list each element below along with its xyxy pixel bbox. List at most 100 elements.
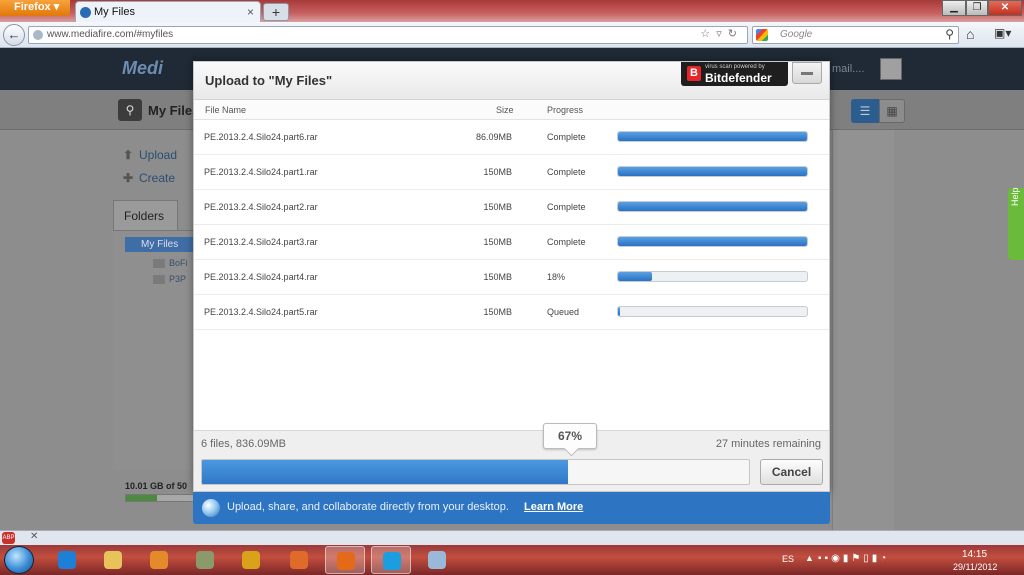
table-row: PE.2013.2.4.Silo24.part3.rar 150MB Complet… [194, 225, 829, 260]
back-button[interactable]: ← [3, 24, 25, 46]
mediafire-sidebar: ⬆ Upload ✚ Create Folders My Files BoFi P3… [113, 130, 203, 530]
taskbar-media-player-button[interactable] [139, 546, 179, 574]
upload-link[interactable]: ⬆ Upload [123, 148, 177, 162]
file-status: Queued [547, 307, 580, 317]
tab-folders[interactable]: Folders [113, 200, 178, 230]
banner-text: Upload, share, and collaborate directly … [227, 501, 509, 513]
internet-explorer-icon [58, 551, 76, 569]
addon-bar-close-icon[interactable]: ✕ [30, 531, 38, 542]
taskbar-notes-button[interactable] [417, 546, 457, 574]
new-tab-button[interactable]: + [263, 3, 289, 21]
dialog-footer: 6 files, 836.09MB 27 minutes remaining 6… [194, 423, 829, 491]
browser-statusbar: ABP ✕ [0, 530, 1024, 545]
taskbar-internet-explorer-button[interactable] [47, 546, 87, 574]
file-status: Complete [547, 237, 586, 247]
file-progress-bar [617, 201, 808, 212]
tree-item-my-files[interactable]: My Files [125, 237, 203, 252]
list-view-icon[interactable]: ☰ [851, 99, 879, 123]
tab-my-files[interactable]: My Files × [75, 1, 261, 22]
taskbar-file-explorer-button[interactable] [93, 546, 133, 574]
table-row: PE.2013.2.4.Silo24.part2.rar 150MB Complet… [194, 190, 829, 225]
upload-dialog: Upload to "My Files" B virus scan powere… [193, 61, 830, 492]
avatar[interactable] [880, 58, 902, 80]
cancel-button[interactable]: Cancel [760, 459, 823, 485]
help-tab[interactable]: Help [1008, 187, 1024, 260]
file-table-header: File Name Size Progress [194, 100, 829, 120]
browser-navbar: ← www.mediafire.com/#myfiles ☆▿↻ Google … [0, 22, 1024, 48]
table-row: PE.2013.2.4.Silo24.part5.rar 150MB Queued [194, 295, 829, 330]
storage-usage-bar [125, 494, 195, 502]
mediafire-favicon-icon [80, 7, 91, 18]
dialog-header: Upload to "My Files" B virus scan powere… [194, 62, 829, 100]
clock-time[interactable]: 14:15 [962, 549, 987, 560]
taskbar-chrome-button[interactable] [231, 546, 271, 574]
plus-icon: ✚ [123, 171, 134, 185]
column-size: Size [496, 105, 514, 115]
taskbar-skype-button[interactable] [371, 546, 411, 574]
bookmarks-menu-icon[interactable]: ▣▾ [994, 26, 1018, 44]
url-bar-icons[interactable]: ☆▿↻ [700, 27, 743, 40]
upload-arrow-icon: ⬆ [123, 148, 134, 162]
bitdefender-brand: Bitdefender [705, 71, 772, 85]
home-icon[interactable]: ⌂ [966, 26, 974, 42]
desktop-app-icon [202, 499, 220, 517]
tool-icon [196, 551, 214, 569]
taskbar-firefox-button[interactable] [325, 546, 365, 574]
file-size: 150MB [483, 202, 512, 212]
overall-progress-bar [201, 459, 750, 485]
file-status: Complete [547, 132, 586, 142]
url-bar[interactable]: www.mediafire.com/#myfiles ☆▿↻ [28, 26, 748, 44]
restore-window-button[interactable]: ❐ [966, 0, 988, 16]
file-name: PE.2013.2.4.Silo24.part1.rar [204, 167, 318, 177]
storage-usage-text: 10.01 GB of 50 [125, 481, 188, 491]
start-button[interactable] [4, 546, 34, 574]
google-icon [756, 29, 768, 41]
file-progress-bar [617, 306, 808, 317]
file-name: PE.2013.2.4.Silo24.part3.rar [204, 237, 318, 247]
create-link[interactable]: ✚ Create [123, 171, 175, 185]
minimize-window-button[interactable]: ▁ [942, 0, 966, 16]
details-panel [832, 130, 894, 530]
upload-summary: 6 files, 836.09MB [201, 438, 286, 450]
tray-expand-icon[interactable]: ▲ [805, 553, 814, 563]
close-window-button[interactable]: ✕ [988, 0, 1022, 16]
firefox-icon [337, 552, 355, 570]
file-progress-bar [617, 236, 808, 247]
skype-icon [383, 552, 401, 570]
firefox-menu-button[interactable]: Firefox ▾ [0, 0, 70, 16]
notes-icon [428, 551, 446, 569]
adblock-icon[interactable]: ABP [2, 532, 15, 544]
control-panel-icon [290, 551, 308, 569]
grid-view-icon[interactable]: ▦ [879, 99, 905, 123]
taskbar-tool-button[interactable] [185, 546, 225, 574]
file-size: 150MB [483, 272, 512, 282]
url-text: www.mediafire.com/#myfiles [47, 29, 174, 40]
search-bar[interactable]: Google ⚲ [752, 26, 959, 44]
desktop-app-banner: Upload, share, and collaborate directly … [193, 492, 830, 524]
learn-more-link[interactable]: Learn More [524, 501, 583, 513]
file-progress-fill [618, 307, 620, 316]
file-size: 150MB [483, 237, 512, 247]
tray-language[interactable]: ES [782, 554, 794, 564]
account-email[interactable]: mail.... [832, 63, 864, 75]
tree-item-p3p[interactable]: P3P [153, 274, 186, 284]
clock-date[interactable]: 29/11/2012 [953, 562, 997, 572]
search-icon[interactable]: ⚲ [945, 27, 954, 41]
taskbar-control-panel-button[interactable] [279, 546, 319, 574]
file-explorer-icon [104, 551, 122, 569]
bitdefender-logo-icon: B [687, 66, 701, 81]
bitdefender-badge: B virus scan powered by Bitdefender [681, 62, 788, 86]
tab-close-icon[interactable]: × [247, 2, 254, 22]
folder-tree: My Files BoFi P3P [113, 230, 203, 470]
file-name: PE.2013.2.4.Silo24.part5.rar [204, 307, 318, 317]
mediafire-logo[interactable]: Medi [122, 58, 163, 79]
column-progress: Progress [547, 105, 584, 115]
time-remaining: 27 minutes remaining [715, 438, 821, 450]
file-status: 18% [547, 272, 566, 282]
files-search-icon[interactable]: ⚲ [118, 99, 142, 121]
table-row: PE.2013.2.4.Silo24.part6.rar 86.09MB Compl… [194, 120, 829, 155]
tray-icons[interactable]: ▪▪◉▮⚑▯▮◔ [818, 553, 889, 564]
search-placeholder: Google [780, 29, 813, 40]
minimize-dialog-button[interactable] [792, 62, 822, 84]
tree-item-bofi[interactable]: BoFi [153, 258, 188, 268]
